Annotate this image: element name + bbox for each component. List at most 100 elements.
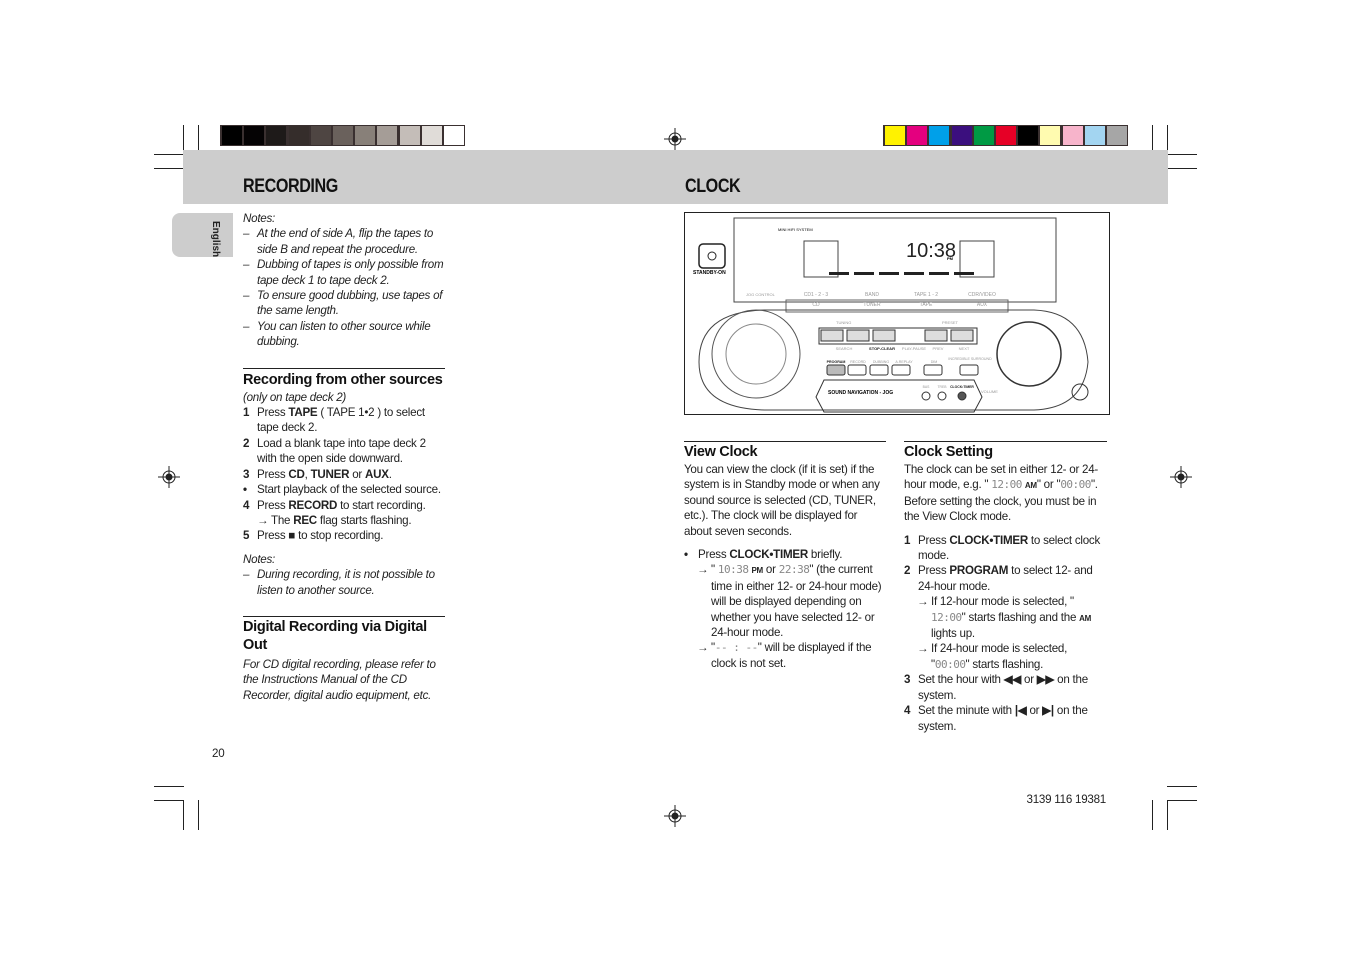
step-3: 3 Press CD, TUNER or AUX.: [243, 467, 392, 481]
color-swatch: [973, 126, 994, 145]
next-icon: ▶|: [1042, 704, 1054, 718]
crop-mark: [154, 786, 184, 787]
note-item: – Dubbing of tapes is only possible from …: [243, 258, 444, 287]
notes-label: Notes:: [243, 552, 276, 566]
svg-text:PLAY-PAUSE: PLAY-PAUSE: [902, 346, 926, 351]
section-text: The clock can be set in either 12- or 24…: [904, 463, 1099, 524]
section-heading: Recording from other sources: [243, 371, 443, 388]
step-result: → The REC flag starts flashing.: [257, 513, 412, 527]
step-4: 4 Press RECORD to start recording.: [243, 498, 426, 512]
step-bullet: • Start playback of the selected source.: [243, 483, 441, 497]
crop-mark: [154, 800, 184, 801]
svg-text:BAND: BAND: [865, 292, 879, 298]
rewind-icon: ◀◀: [1003, 673, 1022, 687]
color-swatch: [885, 126, 905, 145]
svg-text:PRESET: PRESET: [942, 320, 959, 325]
color-swatch: [244, 126, 265, 145]
step-2: 2 Press PROGRAM to select 12- and 24-hour…: [904, 564, 1093, 593]
crop-mark: [154, 154, 184, 155]
svg-text:DIM: DIM: [931, 360, 938, 364]
svg-text:CDR/VIDEO: CDR/VIDEO: [968, 292, 996, 298]
grayscale-bar: [220, 125, 465, 146]
color-swatch: [929, 126, 950, 145]
notes-label: Notes:: [243, 212, 276, 225]
manual-page: RECORDING CLOCK English Notes: – At the e…: [0, 0, 1351, 954]
color-swatch: [1107, 126, 1127, 145]
bullet-item: • Press CLOCK•TIMER briefly.: [684, 548, 843, 562]
crop-mark: [154, 168, 184, 169]
registration-mark-icon: [664, 805, 686, 827]
device-front-panel-illustration: MINI HIFI SYSTEM STANDBY-ON 10:38 PM JOG…: [684, 212, 1110, 415]
color-swatch: [377, 126, 398, 145]
crop-mark: [1152, 800, 1153, 830]
svg-text:NEXT: NEXT: [959, 346, 970, 351]
svg-text:SEARCH: SEARCH: [836, 346, 853, 351]
svg-text:DUBBING: DUBBING: [873, 360, 890, 364]
svg-text:STOP-CLEAR: STOP-CLEAR: [869, 346, 895, 351]
color-swatch: [444, 126, 464, 145]
crop-mark: [1167, 800, 1197, 801]
note-item: – During recording, it is not possible to…: [243, 568, 435, 597]
color-swatch: [399, 126, 420, 145]
step-1: 1 Press TAPE ( TAPE 1•2 ) to select tape …: [243, 406, 425, 435]
result-item: → " 10:38 PM or 22:38" (the current time …: [697, 563, 882, 640]
registration-mark-icon: [1170, 466, 1192, 488]
previous-icon: |◀: [1014, 704, 1027, 718]
color-swatch: [421, 126, 442, 145]
svg-text:A.REPLAY: A.REPLAY: [895, 360, 913, 364]
color-swatch: [907, 126, 928, 145]
svg-text:TREB: TREB: [937, 385, 947, 389]
step-3: 3 Set the hour with ◀◀ or ▶▶ on the syste…: [904, 673, 1088, 702]
svg-text:STANDBY-ON: STANDBY-ON: [693, 270, 726, 276]
fast-forward-icon: ▶▶: [1036, 673, 1055, 687]
section-heading: Digital Recording via Digital Out: [243, 618, 427, 653]
result-item: → If 24-hour mode is selected, "00:00" st…: [917, 642, 1068, 671]
svg-text:SOUND NAVIGATION - JOG: SOUND NAVIGATION - JOG: [828, 390, 893, 396]
color-swatch: [1040, 126, 1061, 145]
language-tab: English: [172, 213, 233, 257]
language-label: English: [210, 221, 221, 258]
svg-text:TUNER: TUNER: [863, 302, 881, 308]
crop-mark: [1167, 154, 1197, 155]
section-subtitle: (only on tape deck 2): [243, 390, 347, 404]
color-swatch: [333, 126, 353, 145]
result-item: → "-- : --" will be displayed if the cloc…: [697, 641, 872, 670]
crop-mark: [198, 800, 199, 830]
color-swatch: [355, 126, 376, 145]
section-text: You can view the clock (if it is set) if…: [684, 463, 880, 538]
step-4: 4 Set the minute with |◀ or ▶| on the sys…: [904, 704, 1088, 733]
section-heading: Clock Setting: [904, 444, 993, 460]
svg-text:BAS: BAS: [923, 385, 931, 389]
color-swatch: [1018, 126, 1039, 145]
color-bar: [883, 125, 1128, 146]
svg-text:CLOCK•TIMER: CLOCK•TIMER: [950, 385, 974, 389]
svg-text:AUX: AUX: [977, 302, 988, 308]
color-swatch: [288, 126, 309, 145]
color-swatch: [266, 126, 287, 145]
crop-mark: [1167, 786, 1197, 787]
step-1: 1 Press CLOCK•TIMER to select clock mode.: [904, 533, 1100, 563]
page-number: 20: [212, 747, 225, 760]
svg-text:VOLUME: VOLUME: [981, 389, 998, 394]
result-item: → If 12-hour mode is selected, " 12:00" s…: [917, 595, 1092, 641]
page-title-recording: RECORDING: [243, 176, 338, 197]
page-title-clock: CLOCK: [685, 176, 741, 197]
color-swatch: [1084, 126, 1105, 145]
color-swatch: [1062, 126, 1083, 145]
color-swatch: [996, 126, 1016, 145]
svg-text:RECORD: RECORD: [850, 360, 866, 364]
svg-text:PREV: PREV: [933, 346, 944, 351]
section-heading: View Clock: [684, 444, 758, 460]
svg-text:CD: CD: [812, 302, 820, 308]
svg-text:CD1 - 2 - 3: CD1 - 2 - 3: [804, 292, 829, 298]
svg-text:PROGRAM: PROGRAM: [827, 360, 846, 364]
svg-text:TAPE: TAPE: [920, 302, 933, 308]
svg-text:PM: PM: [947, 256, 954, 261]
view-clock-section: View Clock You can view the clock (if it…: [684, 441, 888, 671]
svg-text:MINI HIFI SYSTEM: MINI HIFI SYSTEM: [778, 227, 813, 232]
document-code: 3139 116 19381: [1026, 793, 1107, 806]
color-swatch: [222, 126, 242, 145]
clock-setting-section: Clock Setting The clock can be set in ei…: [904, 441, 1108, 734]
color-swatch: [951, 126, 972, 145]
note-item: – You can listen to other source while du…: [243, 319, 431, 349]
